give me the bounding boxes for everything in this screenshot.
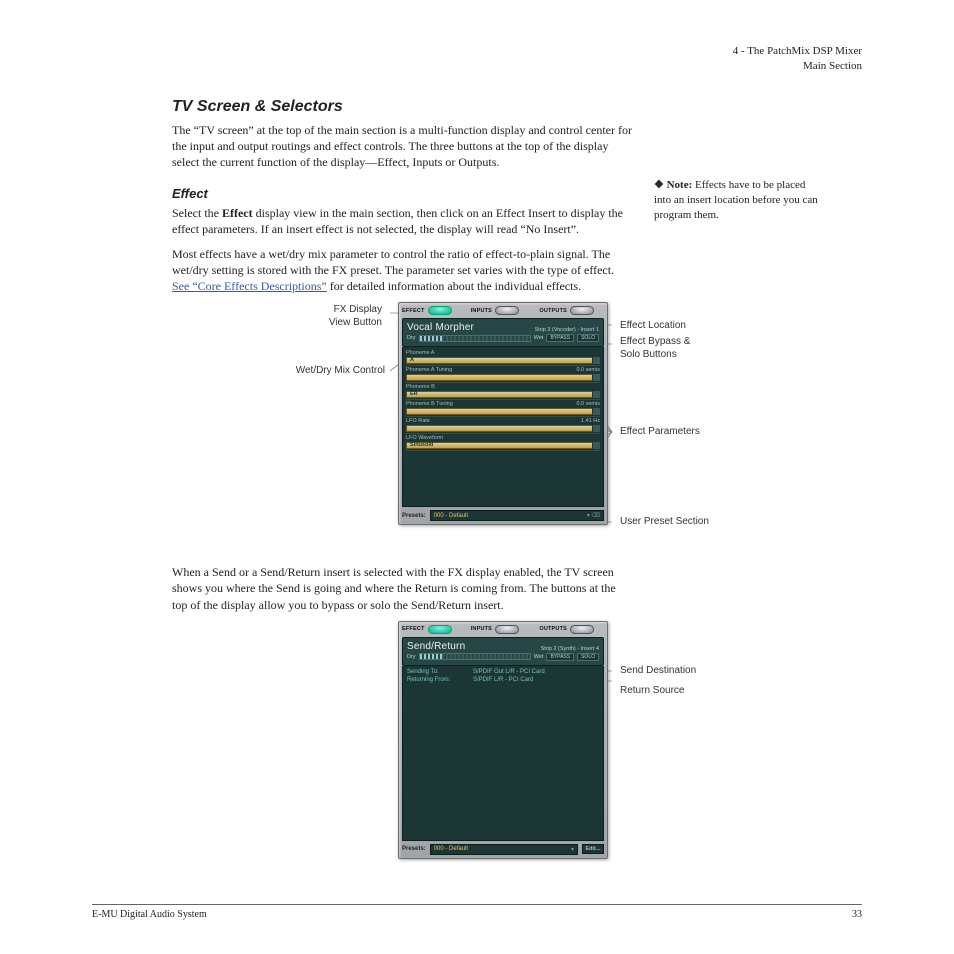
- callout-params: Effect Parameters: [620, 426, 700, 439]
- effect-tab[interactable]: EFFECT: [402, 306, 467, 315]
- note-callout: ❖ Note: Effects have to be placed into a…: [654, 178, 824, 223]
- dry-label: Dry: [407, 335, 416, 341]
- callout-send-dest: Send Destination: [620, 665, 696, 678]
- wet-label: Wet: [534, 335, 544, 341]
- wetdry-slider[interactable]: [419, 335, 531, 342]
- effect-tab[interactable]: EFFECT: [402, 625, 467, 634]
- inputs-tab[interactable]: INPUTS: [471, 625, 536, 634]
- intro-paragraph: The “TV screen” at the top of the main s…: [172, 122, 632, 171]
- section-title: TV Screen & Selectors: [172, 98, 632, 116]
- page-header: 4 - The PatchMix DSP Mixer Main Section: [92, 44, 862, 74]
- send-return-paragraph: When a Send or a Send/Return insert is s…: [172, 564, 632, 613]
- callout-wetdry: Wet/Dry Mix Control: [180, 365, 385, 378]
- footer-left: E-MU Digital Audio System: [92, 909, 207, 920]
- sr-location: Strip 2 (Synth) - Insert 4: [541, 646, 599, 652]
- wet-label: Wet: [534, 654, 544, 660]
- dropdown-icon: ▾: [571, 846, 574, 853]
- outputs-tab[interactable]: OUTPUTS: [539, 625, 604, 634]
- effect-paragraph-1: Select the Effect display view in the ma…: [172, 205, 632, 237]
- return-line: Returning From: S/PDIF L/R - PCI Card: [407, 677, 599, 683]
- effect-location: Strip 3 (Vocoder) - Insert 1: [535, 327, 600, 333]
- preset-label: Presets:: [402, 846, 426, 852]
- led-icon: [495, 625, 519, 634]
- led-icon: [570, 625, 594, 634]
- dry-label: Dry: [407, 654, 416, 660]
- effect-panel: EFFECT INPUTS OUTPUTS Vocal Morpher Stri…: [398, 302, 608, 525]
- parameter-row[interactable]: Phoneme BER: [406, 383, 600, 400]
- sr-title: Send/Return: [407, 641, 465, 652]
- dropdown-icon: ▾ ⌫: [587, 512, 600, 519]
- effect-heading: Effect: [172, 186, 632, 201]
- effect-paragraph-2: Most effects have a wet/dry mix paramete…: [172, 246, 632, 295]
- led-on-icon: [428, 306, 452, 315]
- parameter-row[interactable]: LFO WaveformSinusoid: [406, 434, 600, 451]
- parameter-row[interactable]: Phoneme AA: [406, 349, 600, 366]
- led-icon: [570, 306, 594, 315]
- parameter-list: Phoneme AAPhoneme A Tuning0.0 semisPhone…: [402, 347, 604, 507]
- send-return-diagram: Send Destination Return Source EFFECT IN…: [92, 621, 862, 869]
- preset-selector[interactable]: 000 - Default ▾: [430, 844, 578, 855]
- edit-button[interactable]: Edit...: [582, 844, 604, 854]
- led-icon: [495, 306, 519, 315]
- callout-bypass-solo: Effect Bypass &Solo Buttons: [620, 336, 690, 361]
- led-on-icon: [428, 625, 452, 634]
- bypass-button[interactable]: BYPASS: [546, 653, 574, 661]
- solo-button[interactable]: SOLO: [577, 653, 599, 661]
- page-footer: E-MU Digital Audio System 33: [92, 904, 862, 920]
- wetdry-slider[interactable]: [419, 653, 531, 660]
- preset-label: Presets:: [402, 513, 426, 519]
- page-number: 33: [852, 909, 862, 920]
- parameter-row[interactable]: Phoneme B Tuning0.0 semis: [406, 400, 600, 417]
- core-effects-link[interactable]: See “Core Effects Descriptions”: [172, 279, 327, 293]
- inputs-tab[interactable]: INPUTS: [471, 306, 536, 315]
- effect-panel-diagram: FX DisplayView Button Wet/Dry Mix Contro…: [92, 302, 862, 552]
- callout-effect-location: Effect Location: [620, 320, 686, 333]
- preset-selector[interactable]: 000 - Default ▾ ⌫: [430, 510, 604, 521]
- parameter-row[interactable]: LFO Rate1.41 Hz: [406, 417, 600, 434]
- header-chapter: 4 - The PatchMix DSP Mixer: [92, 44, 862, 59]
- effect-name: Vocal Morpher: [407, 322, 474, 333]
- callout-return-src: Return Source: [620, 685, 684, 698]
- callout-fx-button: FX DisplayView Button: [232, 304, 382, 329]
- send-return-panel: EFFECT INPUTS OUTPUTS Send/Return Strip …: [398, 621, 608, 859]
- parameter-row[interactable]: Phoneme A Tuning0.0 semis: [406, 366, 600, 383]
- outputs-tab[interactable]: OUTPUTS: [539, 306, 604, 315]
- bypass-button[interactable]: BYPASS: [546, 334, 574, 342]
- send-line: Sending To: S/PDIF Out L/R - PCI Card: [407, 669, 599, 675]
- header-section: Main Section: [92, 59, 862, 74]
- callout-preset: User Preset Section: [620, 516, 709, 529]
- solo-button[interactable]: SOLO: [577, 334, 599, 342]
- sr-body: Sending To: S/PDIF Out L/R - PCI Card Re…: [402, 666, 604, 841]
